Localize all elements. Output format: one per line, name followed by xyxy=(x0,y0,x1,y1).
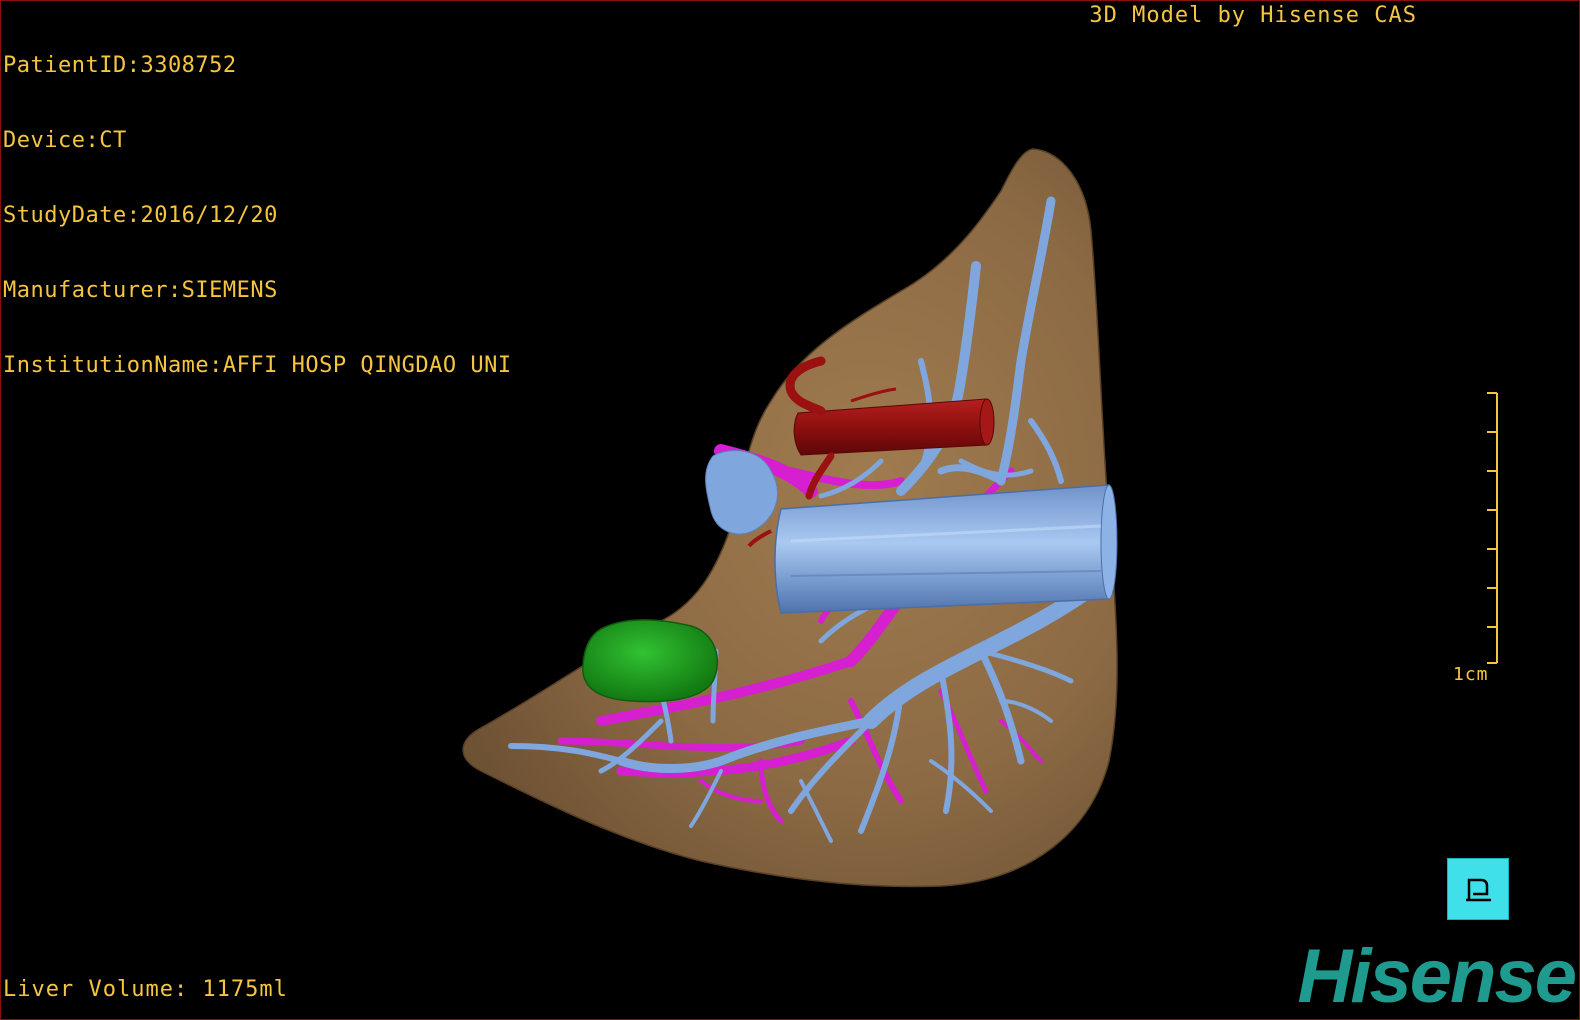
study-date-label: StudyDate:2016/12/20 xyxy=(3,203,278,228)
liver-lesion xyxy=(582,619,719,703)
scale-bar-label: 1cm xyxy=(1453,664,1489,685)
patient-orientation-icon xyxy=(1466,878,1491,902)
hisense-logo: Hisense xyxy=(1297,934,1577,1019)
viewer-viewport[interactable]: PatientID:3308752 Device:CT StudyDate:20… xyxy=(0,0,1580,1020)
orientation-button[interactable] xyxy=(1447,858,1509,920)
model-credit-label: 3D Model by Hisense CAS xyxy=(1089,3,1417,28)
liver-volume-label: Liver Volume: 1175ml xyxy=(3,977,288,1002)
device-label: Device:CT xyxy=(3,128,127,153)
study-info-overlay: PatientID:3308752 Device:CT StudyDate:20… xyxy=(3,3,512,428)
manufacturer-label: Manufacturer:SIEMENS xyxy=(3,278,278,303)
scale-bar xyxy=(1487,392,1498,664)
patient-id-label: PatientID:3308752 xyxy=(3,53,237,78)
institution-label: InstitutionName:AFFI HOSP QINGDAO UNI xyxy=(3,353,512,378)
